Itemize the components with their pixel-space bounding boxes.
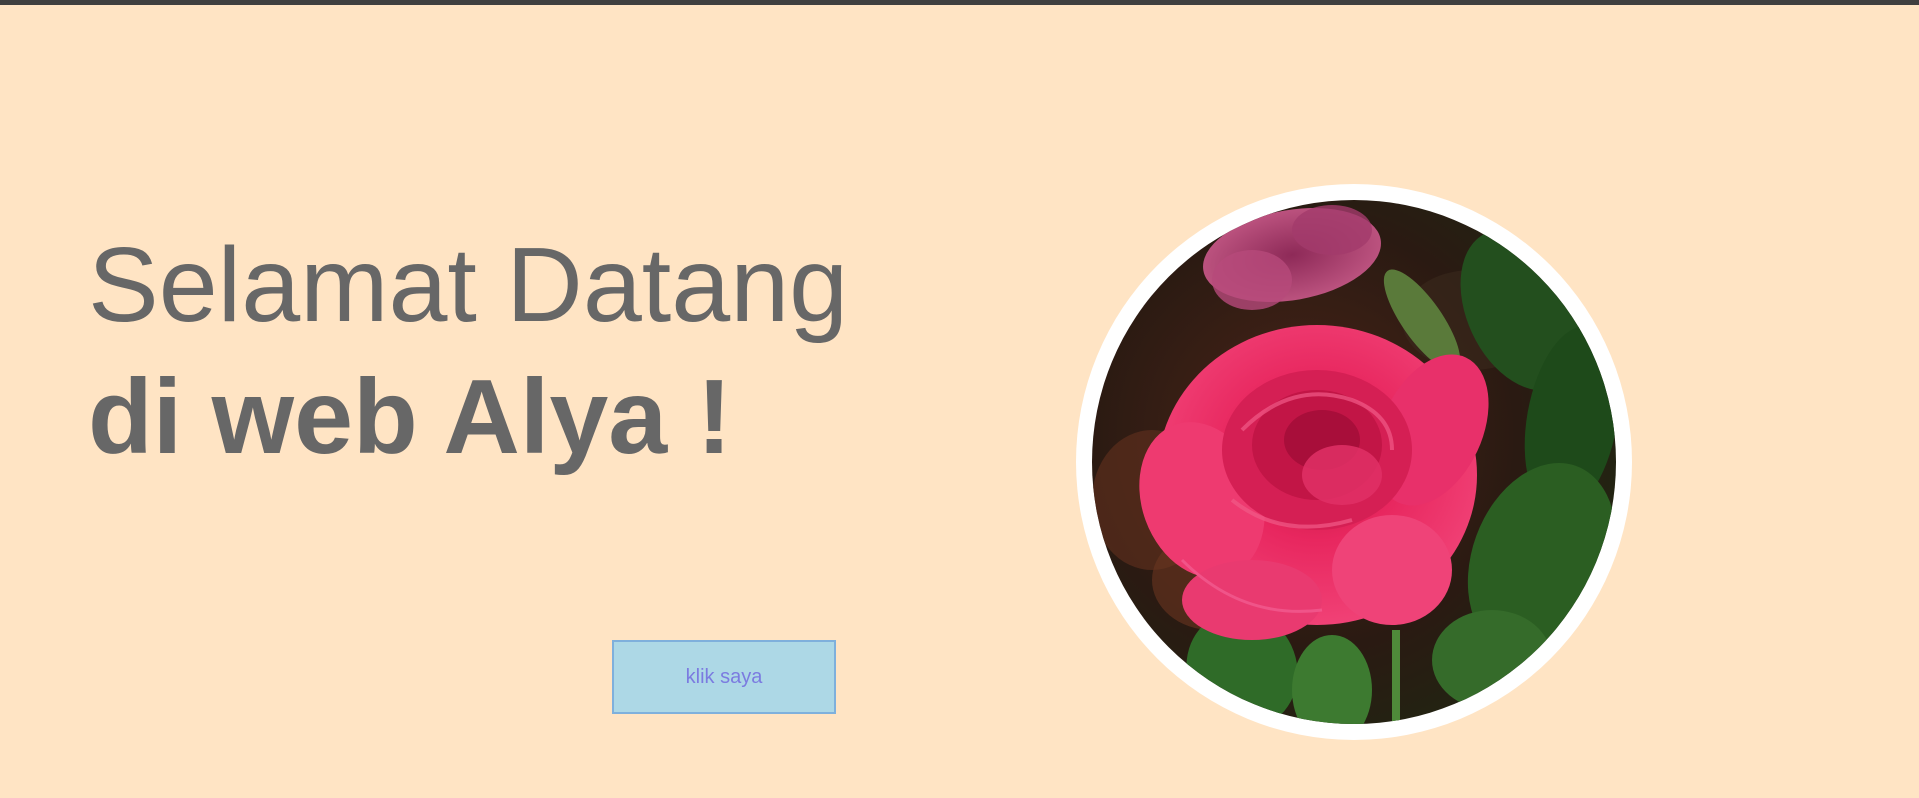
top-border — [0, 0, 1919, 5]
rose-photo — [1092, 200, 1616, 724]
klik-saya-button[interactable]: klik saya — [612, 640, 836, 714]
hero-title-line1: Selamat Datang — [88, 226, 849, 344]
profile-photo-frame — [1076, 184, 1632, 740]
hero-title-line2: di web Alya ! — [88, 358, 732, 476]
hero-heading: Selamat Datang di web Alya ! — [88, 232, 848, 470]
